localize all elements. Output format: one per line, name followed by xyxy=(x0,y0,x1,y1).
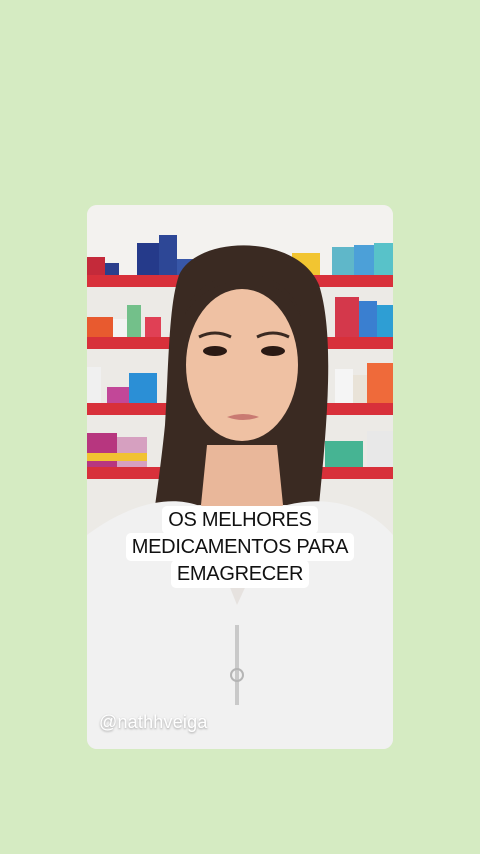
video-frame xyxy=(87,205,393,749)
caption-line: MEDICAMENTOS PARA xyxy=(125,533,355,561)
caption-line: EMAGRECER xyxy=(170,560,310,588)
video-caption: OS MELHORES MEDICAMENTOS PARA EMAGRECER xyxy=(87,506,393,588)
caption-line: OS MELHORES xyxy=(162,506,318,534)
video-player[interactable]: OS MELHORES MEDICAMENTOS PARA EMAGRECER … xyxy=(87,205,393,749)
creator-handle[interactable]: @nathhveiga xyxy=(99,712,208,733)
